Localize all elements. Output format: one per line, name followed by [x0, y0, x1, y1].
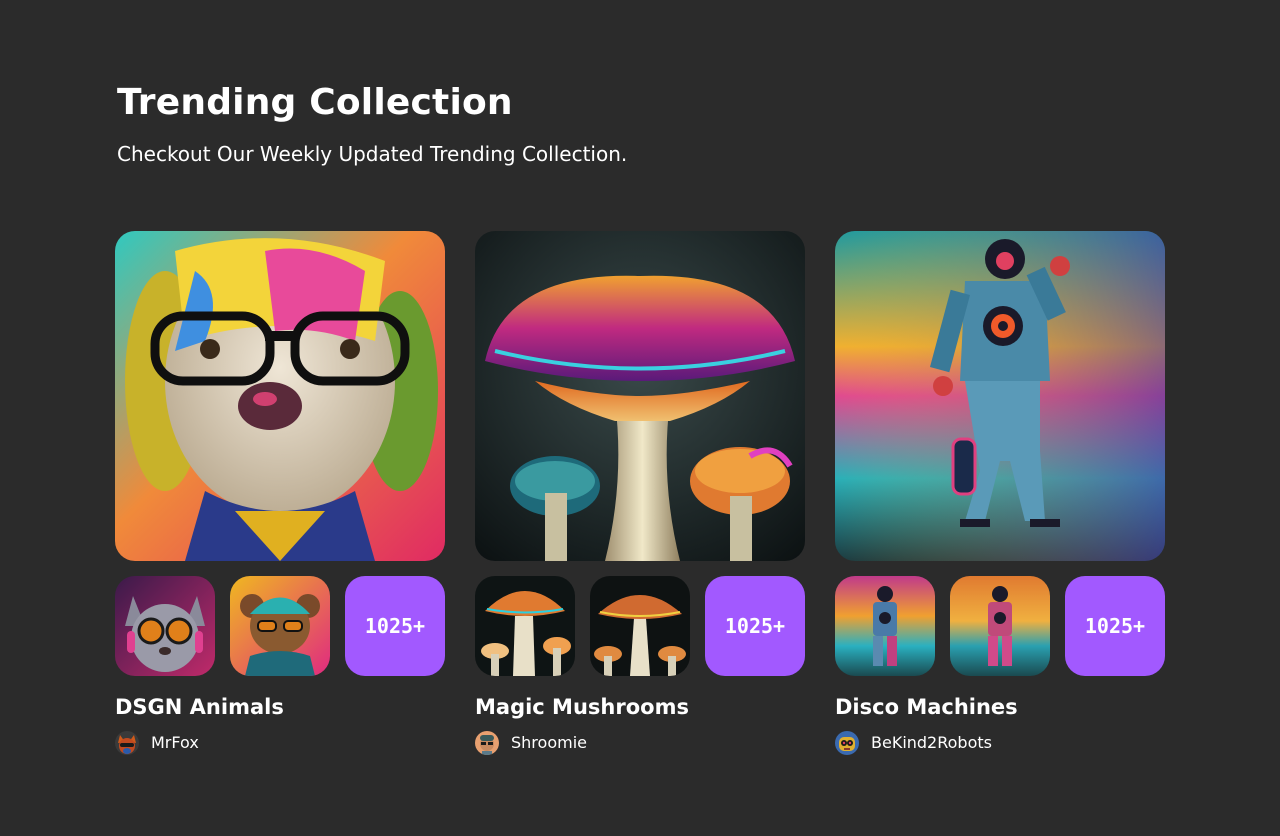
collection-thumb-image[interactable]	[115, 576, 215, 676]
collection-thumb-image[interactable]	[475, 576, 575, 676]
collection-card-disco-machines[interactable]: 1025+ Disco Machines BeKind2Robots	[835, 231, 1165, 761]
collection-count-button[interactable]: 1025+	[1065, 576, 1165, 676]
collection-thumb-image[interactable]	[230, 576, 330, 676]
artist-name: Shroomie	[511, 733, 587, 752]
section-title: Trending Collection	[117, 82, 513, 123]
collection-name[interactable]: Disco Machines	[835, 693, 1018, 721]
collection-hero-image[interactable]	[475, 231, 805, 561]
collection-count-button[interactable]: 1025+	[705, 576, 805, 676]
collection-name[interactable]: Magic Mushrooms	[475, 693, 689, 721]
artist-name: MrFox	[151, 733, 199, 752]
collection-artist[interactable]: BeKind2Robots	[835, 731, 992, 755]
collection-count-button[interactable]: 1025+	[345, 576, 445, 676]
collection-thumb-image[interactable]	[835, 576, 935, 676]
section-subtitle: Checkout Our Weekly Updated Trending Col…	[117, 142, 628, 166]
collection-card-magic-mushrooms[interactable]: 1025+ Magic Mushrooms Shroomie	[475, 231, 805, 761]
collection-thumb-image[interactable]	[950, 576, 1050, 676]
collection-card-dsgn-animals[interactable]: 1025+ DSGN Animals MrFox	[115, 231, 445, 761]
artist-avatar	[835, 731, 859, 755]
artist-name: BeKind2Robots	[871, 733, 992, 752]
trending-collection-section: Trending Collection Checkout Our Weekly …	[0, 0, 1280, 836]
collection-hero-image[interactable]	[835, 231, 1165, 561]
collection-artist[interactable]: Shroomie	[475, 731, 587, 755]
collection-name[interactable]: DSGN Animals	[115, 693, 284, 721]
collection-thumb-image[interactable]	[590, 576, 690, 676]
collection-artist[interactable]: MrFox	[115, 731, 199, 755]
artist-avatar	[475, 731, 499, 755]
artist-avatar	[115, 731, 139, 755]
collection-hero-image[interactable]	[115, 231, 445, 561]
